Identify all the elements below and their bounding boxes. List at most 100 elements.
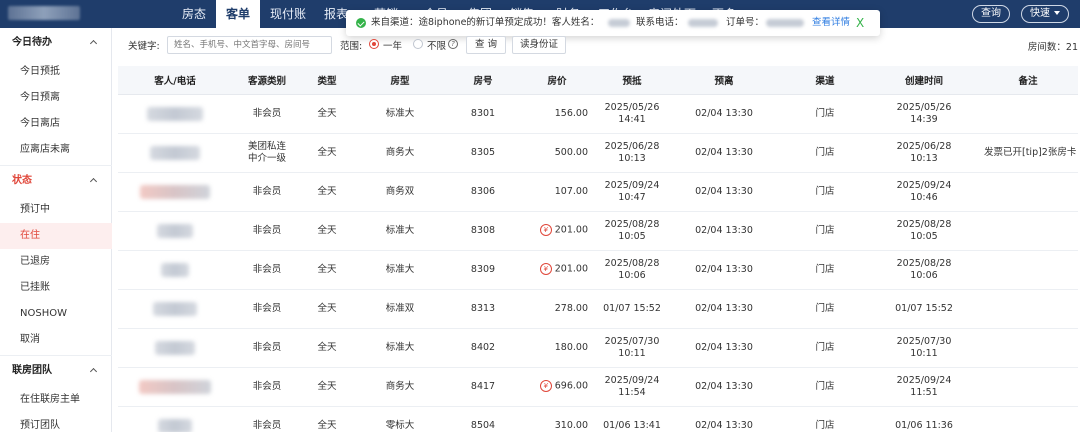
- price-value: 180.00: [554, 341, 588, 353]
- sidebar-item[interactable]: 今日离店: [0, 111, 112, 137]
- price-cell: ¥201.00: [518, 211, 596, 251]
- price-cell: 278.00: [518, 289, 596, 329]
- guest-cell[interactable]: [118, 94, 232, 134]
- price-value: 278.00: [554, 302, 588, 314]
- guest-cell[interactable]: [118, 250, 232, 290]
- category-cell: 美团私连 中介一级: [232, 133, 302, 173]
- created-cell: 01/07 15:52: [870, 289, 978, 329]
- chevron-up-icon: [89, 367, 98, 376]
- sidebar-item[interactable]: 预订团队: [0, 413, 112, 432]
- table-header-row: 客人/电话 客源类别 类型 房型 房号 房价 预抵 预离 渠道 创建时间 备注: [118, 66, 1078, 95]
- guest-cell[interactable]: [118, 133, 232, 173]
- channel-cell: 门店: [780, 367, 870, 407]
- type-cell: 全天: [302, 367, 352, 407]
- created-cell-line: 2025/08/28: [896, 257, 952, 269]
- price-cell: 156.00: [518, 94, 596, 134]
- arrive-cell: 2025/07/30 10:11: [596, 328, 668, 368]
- arrive-cell: 2025/08/28 10:06: [596, 250, 668, 290]
- chevron-up-icon: [89, 39, 98, 48]
- table-row[interactable]: 非会员 全天 商务双 8306 107.00 2025/09/24 10:47 02/04 1…: [118, 172, 1078, 212]
- created-cell-line: 2025/08/28: [896, 218, 952, 230]
- sidebar-item[interactable]: 预订中: [0, 197, 112, 223]
- room-no-cell: 8301: [448, 94, 518, 134]
- category-cell: 非会员: [232, 406, 302, 432]
- arrive-cell-line: 01/06 13:41: [603, 419, 661, 431]
- keyword-input[interactable]: [167, 36, 332, 54]
- channel-cell: 门店: [780, 133, 870, 173]
- tab-2[interactable]: 现付账: [260, 0, 316, 28]
- table-row[interactable]: 非会员 全天 零标大 8504 310.00 01/06 13:41 02/04 13:30…: [118, 406, 1078, 432]
- sidebar-item[interactable]: 取消: [0, 327, 112, 353]
- room-no-cell: 8313: [448, 289, 518, 329]
- chevron-down-icon: [1054, 11, 1060, 15]
- sidebar-item[interactable]: 应离店未离: [0, 137, 112, 163]
- guest-cell[interactable]: [118, 328, 232, 368]
- table-row[interactable]: 非会员 全天 标准双 8313 278.00 01/07 15:52 02/04 13:30…: [118, 289, 1078, 329]
- arrive-cell-line: 10:06: [618, 269, 646, 281]
- quick-button[interactable]: 快速: [1021, 5, 1069, 23]
- sidebar-item[interactable]: 在住: [0, 223, 112, 249]
- room-no-cell: 8309: [448, 250, 518, 290]
- room-type-cell: 标准大: [352, 250, 448, 290]
- type-cell: 全天: [302, 172, 352, 212]
- read-idcard-button[interactable]: 读身份证: [512, 36, 566, 54]
- range-year-radio[interactable]: [369, 39, 379, 49]
- room-type-cell: 零标大: [352, 406, 448, 432]
- guest-cell[interactable]: [118, 211, 232, 251]
- note-cell: 发票已开[tip]2张房卡: [978, 133, 1078, 173]
- tab-0[interactable]: 房态: [172, 0, 216, 28]
- column-header[interactable]: 预抵: [596, 66, 668, 95]
- depart-cell: 02/04 13:30: [668, 211, 780, 251]
- type-cell: 全天: [302, 211, 352, 251]
- column-header[interactable]: 创建时间: [870, 66, 978, 95]
- sidebar-item[interactable]: 今日预离: [0, 85, 112, 111]
- column-header[interactable]: 房号: [448, 66, 518, 95]
- arrive-cell-line: 2025/09/24: [604, 374, 660, 386]
- created-cell-line: 10:13: [910, 152, 938, 164]
- column-header[interactable]: 房价: [518, 66, 596, 95]
- table-row[interactable]: 非会员 全天 标准大 8402 180.00 2025/07/30 10:11 02/04 1…: [118, 328, 1078, 368]
- sidebar-group-0[interactable]: 今日待办: [0, 30, 112, 56]
- tab-1[interactable]: 客单: [216, 0, 261, 28]
- arrive-cell-line: 01/07 15:52: [603, 302, 661, 314]
- order-table: 客人/电话 客源类别 类型 房型 房号 房价 预抵 预离 渠道 创建时间 备注 非会员 全天 标准大 83…: [118, 66, 1080, 432]
- sidebar-item[interactable]: NOSHOW: [0, 301, 112, 327]
- top-query-button[interactable]: 查询: [972, 5, 1010, 23]
- guest-cell[interactable]: [118, 172, 232, 212]
- yen-icon: ¥: [539, 224, 552, 237]
- channel-cell: 门店: [780, 406, 870, 432]
- column-header[interactable]: 渠道: [780, 66, 870, 95]
- column-header[interactable]: 类型: [302, 66, 352, 95]
- guest-cell[interactable]: [118, 406, 232, 432]
- depart-cell: 02/04 13:30: [668, 289, 780, 329]
- table-row[interactable]: 非会员 全天 标准大 8309 ¥201.00 2025/08/28 10:06 02/04 …: [118, 250, 1078, 290]
- created-cell-line: 14:39: [910, 113, 938, 125]
- sidebar-group-2[interactable]: 联房团队: [0, 358, 112, 384]
- filter-query-button[interactable]: 查 询: [466, 36, 506, 54]
- arrive-cell: 01/07 15:52: [596, 289, 668, 329]
- column-header[interactable]: 房型: [352, 66, 448, 95]
- column-header[interactable]: 预离: [668, 66, 780, 95]
- sidebar-item[interactable]: 今日预抵: [0, 59, 112, 85]
- created-cell-line: 2025/07/30: [896, 335, 952, 347]
- sidebar-group-1[interactable]: 状态: [0, 168, 112, 194]
- table-row[interactable]: 非会员 全天 标准大 8308 ¥201.00 2025/08/28 10:05 02/04 …: [118, 211, 1078, 251]
- room-count: 房间数：21: [1027, 42, 1078, 53]
- created-cell-line: 10:11: [910, 347, 938, 359]
- table-row[interactable]: 非会员 全天 商务大 8417 ¥696.00 2025/09/24 11:54 02/04 …: [118, 367, 1078, 407]
- sidebar-item[interactable]: 已退房: [0, 249, 112, 275]
- table-row[interactable]: 美团私连 中介一级 全天 商务大 8305 500.00 2025/06/28 10:13 02…: [118, 133, 1078, 173]
- type-cell: 全天: [302, 133, 352, 173]
- range-all-radio[interactable]: [413, 39, 423, 49]
- sidebar-item[interactable]: 已挂账: [0, 275, 112, 301]
- sidebar-item[interactable]: 在住联房主单: [0, 387, 112, 413]
- category-cell: 非会员: [232, 289, 302, 329]
- guest-cell[interactable]: [118, 367, 232, 407]
- guest-redacted: [158, 418, 192, 432]
- guest-redacted: [157, 223, 193, 238]
- room-type-cell: 商务大: [352, 133, 448, 173]
- table-row[interactable]: 非会员 全天 标准大 8301 156.00 2025/05/26 14:41 02/04 1…: [118, 94, 1078, 134]
- guest-cell[interactable]: [118, 289, 232, 329]
- column-header: 客源类别: [232, 66, 302, 95]
- help-icon[interactable]: ?: [448, 39, 458, 49]
